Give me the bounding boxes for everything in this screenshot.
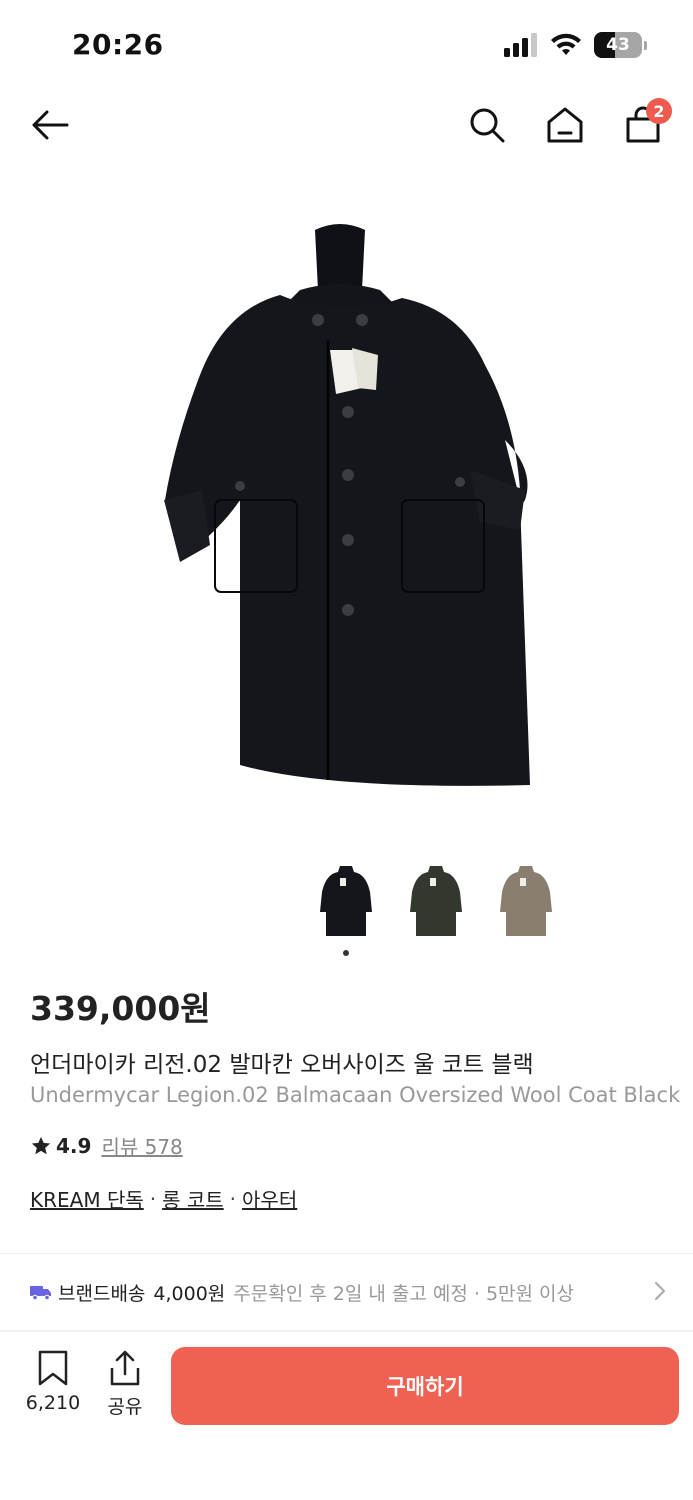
home-button[interactable] xyxy=(542,102,588,148)
status-bar: 20:26 43 xyxy=(0,0,693,90)
search-icon xyxy=(470,108,505,143)
category-separator: · xyxy=(149,1186,157,1211)
bookmark-count: 6,210 xyxy=(25,1392,81,1414)
shipping-brand-label: 브랜드배송 xyxy=(58,1282,146,1305)
cart-count-badge: 2 xyxy=(646,98,672,124)
coat-thumbnail-icon xyxy=(320,866,372,936)
status-time: 20:26 xyxy=(72,28,164,61)
nav-bar: 2 xyxy=(0,90,693,160)
rating-row: 4.9 리뷰 578 xyxy=(30,1131,183,1160)
wifi-icon xyxy=(551,33,581,55)
thumbnail-black[interactable] xyxy=(316,862,376,938)
review-count-link[interactable]: 리뷰 578 xyxy=(101,1131,182,1160)
coat-illustration xyxy=(164,224,530,786)
chevron-right-icon xyxy=(655,1282,665,1300)
rating-value: 4.9 xyxy=(56,1133,92,1158)
battery-icon: 43 xyxy=(594,32,647,58)
thumbnail-swatch xyxy=(410,866,462,936)
share-button[interactable]: 공유 xyxy=(100,1350,150,1419)
image-page-indicator xyxy=(343,950,349,956)
category-separator: · xyxy=(229,1186,237,1211)
thumbnail-green[interactable] xyxy=(406,862,466,938)
category-link-outer[interactable]: 아우터 xyxy=(242,1184,297,1213)
back-button[interactable] xyxy=(26,102,72,148)
product-price: 339,000원 xyxy=(30,989,211,1028)
thumbnail-beige[interactable] xyxy=(496,862,556,938)
shipping-info-row[interactable]: 브랜드배송 4,000원 주문확인 후 2일 내 출고 예정 · 5만원 이상 xyxy=(0,1254,693,1330)
share-label: 공유 xyxy=(107,1396,143,1418)
shipping-detail: 주문확인 후 2일 내 출고 예정 · 5만원 이상 xyxy=(233,1282,575,1305)
search-button[interactable] xyxy=(464,102,510,148)
share-icon xyxy=(110,1350,140,1386)
bookmark-icon xyxy=(38,1350,68,1386)
bottom-action-bar: 6,210 공유 구매하기 xyxy=(0,1332,693,1500)
thumbnail-swatch xyxy=(320,866,372,936)
star-icon xyxy=(31,1136,51,1154)
cart-button[interactable]: 2 xyxy=(620,98,672,148)
battery-level: 43 xyxy=(606,35,630,55)
product-image[interactable] xyxy=(140,200,550,810)
thumbnail-strip xyxy=(0,862,693,952)
buy-button[interactable]: 구매하기 xyxy=(171,1347,679,1425)
thumbnail-swatch xyxy=(500,866,552,936)
arrow-left-icon xyxy=(32,110,69,140)
bookmark-button[interactable]: 6,210 xyxy=(24,1350,82,1414)
category-link-exclusive[interactable]: KREAM 단독 xyxy=(30,1184,144,1213)
coat-thumbnail-icon xyxy=(500,866,552,936)
home-icon xyxy=(547,107,583,143)
shipping-fee: 4,000원 xyxy=(153,1282,226,1305)
signal-icon xyxy=(504,33,537,57)
category-links: KREAM 단독 · 롱 코트 · 아우터 xyxy=(30,1184,297,1213)
truck-icon xyxy=(30,1286,51,1301)
product-title-english: Undermycar Legion.02 Balmacaan Oversized… xyxy=(30,1083,681,1107)
status-icons: 43 xyxy=(504,32,647,58)
coat-thumbnail-icon xyxy=(410,866,462,936)
product-title-korean: 언더마이카 리전.02 발마칸 오버사이즈 울 코트 블랙 xyxy=(30,1052,534,1078)
category-link-long-coat[interactable]: 롱 코트 xyxy=(162,1184,224,1213)
